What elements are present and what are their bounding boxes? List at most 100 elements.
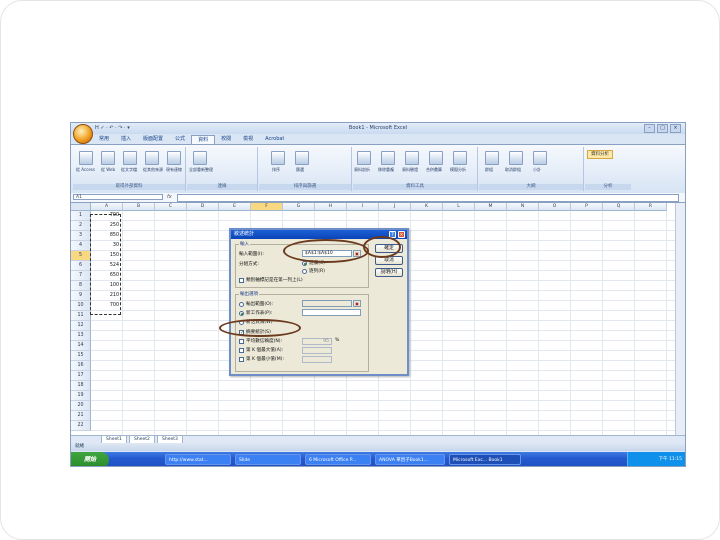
collapse-output-range-icon[interactable]: ▣ — [353, 300, 361, 307]
column-header-p[interactable]: P — [571, 203, 603, 211]
taskbar-item-3[interactable]: 6 Microsoft Office P... — [305, 454, 371, 465]
select-all-corner[interactable] — [71, 203, 91, 211]
row-header-6[interactable]: 6 — [71, 261, 91, 271]
output-range-radio[interactable] — [239, 302, 244, 307]
tab-view[interactable]: 檢視 — [237, 135, 259, 144]
column-header-o[interactable]: O — [539, 203, 571, 211]
taskbar-item-1[interactable]: http://www.stat... — [165, 454, 231, 465]
office-button[interactable] — [73, 124, 93, 144]
sort-button[interactable] — [271, 151, 285, 165]
row-header-8[interactable]: 8 — [71, 281, 91, 291]
column-header-r[interactable]: R — [635, 203, 667, 211]
row-header-2[interactable]: 2 — [71, 221, 91, 231]
minimize-button[interactable]: – — [644, 124, 655, 133]
tab-home[interactable]: 常用 — [93, 135, 115, 144]
consolidate-button[interactable] — [429, 151, 443, 165]
row-header-11[interactable]: 11 — [71, 311, 91, 321]
kth-smallest-checkbox[interactable] — [239, 357, 244, 362]
row-header-16[interactable]: 16 — [71, 361, 91, 371]
column-header-h[interactable]: H — [315, 203, 347, 211]
labels-first-row-checkbox[interactable] — [239, 278, 244, 283]
kth-largest-checkbox[interactable] — [239, 348, 244, 353]
confidence-level-checkbox[interactable] — [239, 339, 244, 344]
column-header-q[interactable]: Q — [603, 203, 635, 211]
column-header-a[interactable]: A — [91, 203, 123, 211]
row-header-1[interactable]: 1 — [71, 211, 91, 221]
column-header-b[interactable]: B — [123, 203, 155, 211]
tab-review[interactable]: 校閱 — [215, 135, 237, 144]
row-header-20[interactable]: 20 — [71, 401, 91, 411]
fx-icon[interactable]: fx — [167, 194, 172, 200]
row-header-3[interactable]: 3 — [71, 231, 91, 241]
close-button[interactable]: × — [670, 124, 681, 133]
row-header-15[interactable]: 15 — [71, 351, 91, 361]
from-text-button[interactable] — [123, 151, 137, 165]
existing-connections-button[interactable] — [167, 151, 181, 165]
group-label: 資料工具 — [353, 184, 477, 190]
from-access-button[interactable] — [79, 151, 93, 165]
row-header-7[interactable]: 7 — [71, 271, 91, 281]
row-header-10[interactable]: 10 — [71, 301, 91, 311]
text-to-columns-button[interactable] — [357, 151, 371, 165]
from-other-button[interactable] — [145, 151, 159, 165]
grouped-rows-radio[interactable] — [302, 269, 307, 274]
row-header-17[interactable]: 17 — [71, 371, 91, 381]
formula-input[interactable] — [177, 194, 679, 202]
from-web-button[interactable] — [101, 151, 115, 165]
refresh-all-button[interactable] — [193, 151, 207, 165]
column-header-l[interactable]: L — [443, 203, 475, 211]
column-header-k[interactable]: K — [411, 203, 443, 211]
kth-largest-field[interactable] — [302, 347, 332, 354]
taskbar-item-2[interactable]: Slide — [235, 454, 301, 465]
from-web-label: 從 Web — [101, 167, 115, 172]
row-header-5[interactable]: 5 — [71, 251, 91, 261]
maximize-button[interactable]: □ — [657, 124, 668, 133]
help-button[interactable]: 說明(H) — [375, 268, 403, 277]
column-header-j[interactable]: J — [379, 203, 411, 211]
taskbar-item-5[interactable]: Microsoft Exc... Book1 — [449, 454, 521, 465]
close-icon[interactable]: × — [398, 231, 405, 238]
what-if-button[interactable] — [453, 151, 467, 165]
tab-data[interactable]: 資料 — [191, 135, 216, 144]
output-range-field[interactable] — [302, 300, 352, 307]
new-sheet-radio[interactable] — [239, 311, 244, 316]
row-header-18[interactable]: 18 — [71, 381, 91, 391]
row-header-22[interactable]: 22 — [71, 421, 91, 431]
start-button[interactable]: 開始 — [71, 452, 109, 466]
ungroup-button[interactable] — [509, 151, 523, 165]
taskbar-item-4[interactable]: ANOVA 單因子Book1... — [375, 454, 445, 465]
row-header-19[interactable]: 19 — [71, 391, 91, 401]
data-validation-button[interactable] — [405, 151, 419, 165]
data-analysis-button[interactable]: 資料分析 — [587, 150, 613, 159]
row-header-13[interactable]: 13 — [71, 331, 91, 341]
slide: H ✓ · ↶ · ↷ · ▾ Book1 - Microsoft Excel … — [0, 0, 720, 540]
new-sheet-field[interactable] — [302, 309, 361, 316]
column-header-g[interactable]: G — [283, 203, 315, 211]
column-header-m[interactable]: M — [475, 203, 507, 211]
column-header-c[interactable]: C — [155, 203, 187, 211]
tab-page-layout[interactable]: 版面配置 — [137, 135, 169, 144]
row-header-14[interactable]: 14 — [71, 341, 91, 351]
group-button[interactable] — [485, 151, 499, 165]
remove-duplicates-button[interactable] — [381, 151, 395, 165]
kth-smallest-field[interactable] — [302, 356, 332, 363]
column-header-i[interactable]: I — [347, 203, 379, 211]
tab-insert[interactable]: 插入 — [115, 135, 137, 144]
row-header-21[interactable]: 21 — [71, 411, 91, 421]
tab-acrobat[interactable]: Acrobat — [259, 135, 290, 144]
confidence-level-field[interactable]: 95 — [302, 338, 332, 345]
row-header-12[interactable]: 12 — [71, 321, 91, 331]
column-header-n[interactable]: N — [507, 203, 539, 211]
vertical-scrollbar[interactable] — [675, 203, 685, 435]
gridline — [538, 211, 539, 435]
row-header-9[interactable]: 9 — [71, 291, 91, 301]
new-sheet-label: 新工作表(P): — [246, 311, 273, 316]
column-header-d[interactable]: D — [187, 203, 219, 211]
name-box[interactable]: A1 — [73, 194, 163, 200]
row-header-4[interactable]: 4 — [71, 241, 91, 251]
tab-formulas[interactable]: 公式 — [169, 135, 191, 144]
subtotal-button[interactable] — [533, 151, 547, 165]
column-header-e[interactable]: E — [219, 203, 251, 211]
column-header-f[interactable]: F — [251, 203, 283, 211]
filter-button[interactable] — [295, 151, 309, 165]
